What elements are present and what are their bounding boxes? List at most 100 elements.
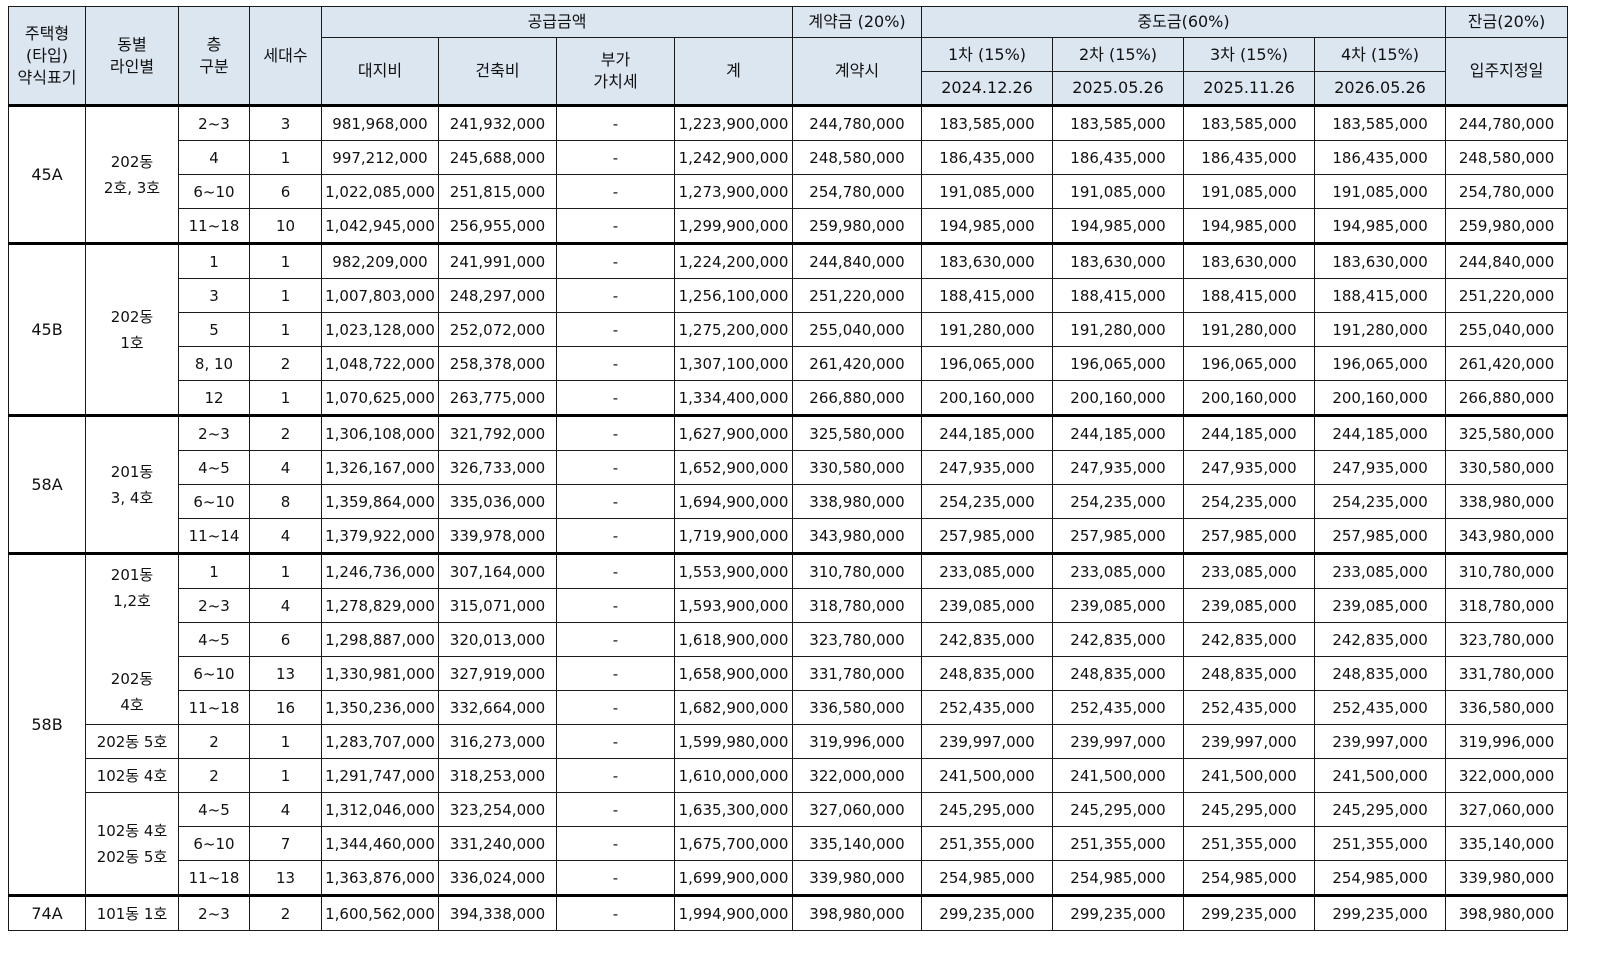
middle-1-cell: 244,185,000 xyxy=(921,414,1054,451)
floor-cell: 1 xyxy=(178,552,250,589)
units-cell: 10 xyxy=(249,208,322,244)
middle-1-cell: 239,997,000 xyxy=(921,724,1054,759)
middle-1-cell: 242,835,000 xyxy=(921,622,1054,657)
header-dong-line: 동별 라인별 xyxy=(85,6,179,107)
vat-cell: - xyxy=(556,312,675,347)
deposit-cell: 244,840,000 xyxy=(792,242,923,279)
middle-3-cell: 191,085,000 xyxy=(1183,174,1316,209)
vat-cell: - xyxy=(556,792,675,827)
total-cell: 1,553,900,000 xyxy=(673,552,794,589)
total-cell: 1,652,900,000 xyxy=(673,450,794,485)
header-deposit-at-contract: 계약시 xyxy=(792,37,923,107)
total-cell: 1,599,980,000 xyxy=(673,724,794,759)
middle-2-cell: 239,997,000 xyxy=(1052,724,1185,759)
header-deposit: 계약금 (20%) xyxy=(792,6,923,38)
table-row: 45B 202동 1호 1 1 982,209,000 241,991,000-1,224,… xyxy=(8,242,1569,416)
middle-2-cell: 191,280,000 xyxy=(1052,312,1185,347)
units-cell: 2 xyxy=(249,894,322,931)
middle-2-cell: 200,160,000 xyxy=(1052,380,1185,416)
table-row: 4~5 6 1,298,887,000 320,013,000-1,618,900,0… xyxy=(9,622,1569,657)
vat-cell: - xyxy=(556,552,675,589)
header-housing-type: 주택형 (타입) 약식표기 xyxy=(8,6,86,107)
middle-1-cell: 245,295,000 xyxy=(921,792,1054,827)
total-cell: 1,299,900,000 xyxy=(673,208,794,244)
vat-cell: - xyxy=(556,484,675,519)
vat-cell: - xyxy=(556,242,675,279)
middle-4-cell: 191,280,000 xyxy=(1314,312,1447,347)
table-row: 2~3 4 1,278,829,000 315,071,000-1,593,900,0… xyxy=(9,588,1569,623)
balance-cell: 244,780,000 xyxy=(1445,104,1569,141)
land-cost-cell: 1,306,108,000 xyxy=(321,414,439,451)
balance-cell: 310,780,000 xyxy=(1445,552,1569,589)
units-cell: 1 xyxy=(249,380,322,416)
middle-2-cell: 251,355,000 xyxy=(1052,826,1185,861)
deposit-cell: 310,780,000 xyxy=(792,552,923,589)
header-units: 세대수 xyxy=(249,6,322,107)
building-cost-cell: 394,338,000 xyxy=(438,894,557,931)
middle-3-cell: 248,835,000 xyxy=(1183,656,1316,691)
deposit-cell: 255,040,000 xyxy=(792,312,923,347)
middle-2-cell: 239,085,000 xyxy=(1052,588,1185,623)
middle-3-cell: 257,985,000 xyxy=(1183,518,1316,554)
middle-3-cell: 299,235,000 xyxy=(1183,894,1316,931)
table-row: 11~14 4 1,379,922,000 339,978,000-1,719,900… xyxy=(9,518,1569,554)
building-cost-cell: 245,688,000 xyxy=(438,140,557,175)
middle-4-cell: 242,835,000 xyxy=(1314,622,1447,657)
middle-1-cell: 254,235,000 xyxy=(921,484,1054,519)
floor-cell: 11~18 xyxy=(178,860,250,896)
vat-cell: - xyxy=(556,860,675,896)
header-land-cost: 대지비 xyxy=(321,37,439,107)
deposit-cell: 322,000,000 xyxy=(792,758,923,793)
vat-cell: - xyxy=(556,588,675,623)
land-cost-cell: 1,070,625,000 xyxy=(321,380,439,416)
middle-1-cell: 194,985,000 xyxy=(921,208,1054,244)
dong-line-cell: 102동 4호 xyxy=(85,758,179,793)
balance-cell: 244,840,000 xyxy=(1445,242,1569,279)
land-cost-cell: 1,042,945,000 xyxy=(321,208,439,244)
middle-1-cell: 188,415,000 xyxy=(921,278,1054,313)
balance-cell: 322,000,000 xyxy=(1445,758,1569,793)
table-row: 58B 201동 1,2호 202동 4호 1 1 1,246,736,000 307,164,… xyxy=(8,552,1569,896)
total-cell: 1,307,100,000 xyxy=(673,346,794,381)
vat-cell: - xyxy=(556,450,675,485)
land-cost-cell: 1,600,562,000 xyxy=(321,894,439,931)
table-row: 4 1 997,212,000 245,688,000-1,242,900,000 24… xyxy=(9,140,1569,175)
floor-cell: 4~5 xyxy=(178,622,250,657)
building-cost-cell: 263,775,000 xyxy=(438,380,557,416)
land-cost-cell: 981,968,000 xyxy=(321,104,439,141)
balance-cell: 343,980,000 xyxy=(1445,518,1569,554)
units-cell: 16 xyxy=(249,690,322,725)
floor-cell: 2 xyxy=(178,758,250,793)
middle-3-cell: 251,355,000 xyxy=(1183,826,1316,861)
middle-1-cell: 183,585,000 xyxy=(921,104,1054,141)
middle-3-cell: 241,500,000 xyxy=(1183,758,1316,793)
vat-cell: - xyxy=(556,758,675,793)
balance-cell: 336,580,000 xyxy=(1445,690,1569,725)
table-row: 5 1 1,023,128,000 252,072,000-1,275,200,000… xyxy=(9,312,1569,347)
deposit-cell: 244,780,000 xyxy=(792,104,923,141)
middle-2-cell: 244,185,000 xyxy=(1052,414,1185,451)
balance-cell: 319,996,000 xyxy=(1445,724,1569,759)
middle-3-cell: 252,435,000 xyxy=(1183,690,1316,725)
units-cell: 4 xyxy=(249,518,322,554)
middle-3-cell: 194,985,000 xyxy=(1183,208,1316,244)
land-cost-cell: 1,023,128,000 xyxy=(321,312,439,347)
header-middle-payment: 중도금(60%) xyxy=(921,6,1447,38)
building-cost-cell: 248,297,000 xyxy=(438,278,557,313)
middle-4-cell: 188,415,000 xyxy=(1314,278,1447,313)
middle-4-cell: 299,235,000 xyxy=(1314,894,1447,931)
header-middle-4: 4차 (15%) xyxy=(1314,37,1447,72)
header-floor: 층 구분 xyxy=(178,6,250,107)
building-cost-cell: 316,273,000 xyxy=(438,724,557,759)
middle-1-cell: 183,630,000 xyxy=(921,242,1054,279)
units-cell: 6 xyxy=(249,622,322,657)
middle-4-cell: 183,630,000 xyxy=(1314,242,1447,279)
supply-price-table: 주택형 (타입) 약식표기 동별 라인별 층 구분 세대수 공급금액 계약금 (20%)… xyxy=(8,6,1569,931)
housing-type-cell: 45A xyxy=(8,104,86,244)
table-header: 주택형 (타입) 약식표기 동별 라인별 층 구분 세대수 공급금액 계약금 (20%)… xyxy=(8,6,1569,107)
units-cell: 1 xyxy=(249,758,322,793)
middle-4-cell: 200,160,000 xyxy=(1314,380,1447,416)
building-cost-cell: 252,072,000 xyxy=(438,312,557,347)
vat-cell: - xyxy=(556,826,675,861)
dong-line-cell: 102동 4호 202동 5호 xyxy=(85,792,179,896)
